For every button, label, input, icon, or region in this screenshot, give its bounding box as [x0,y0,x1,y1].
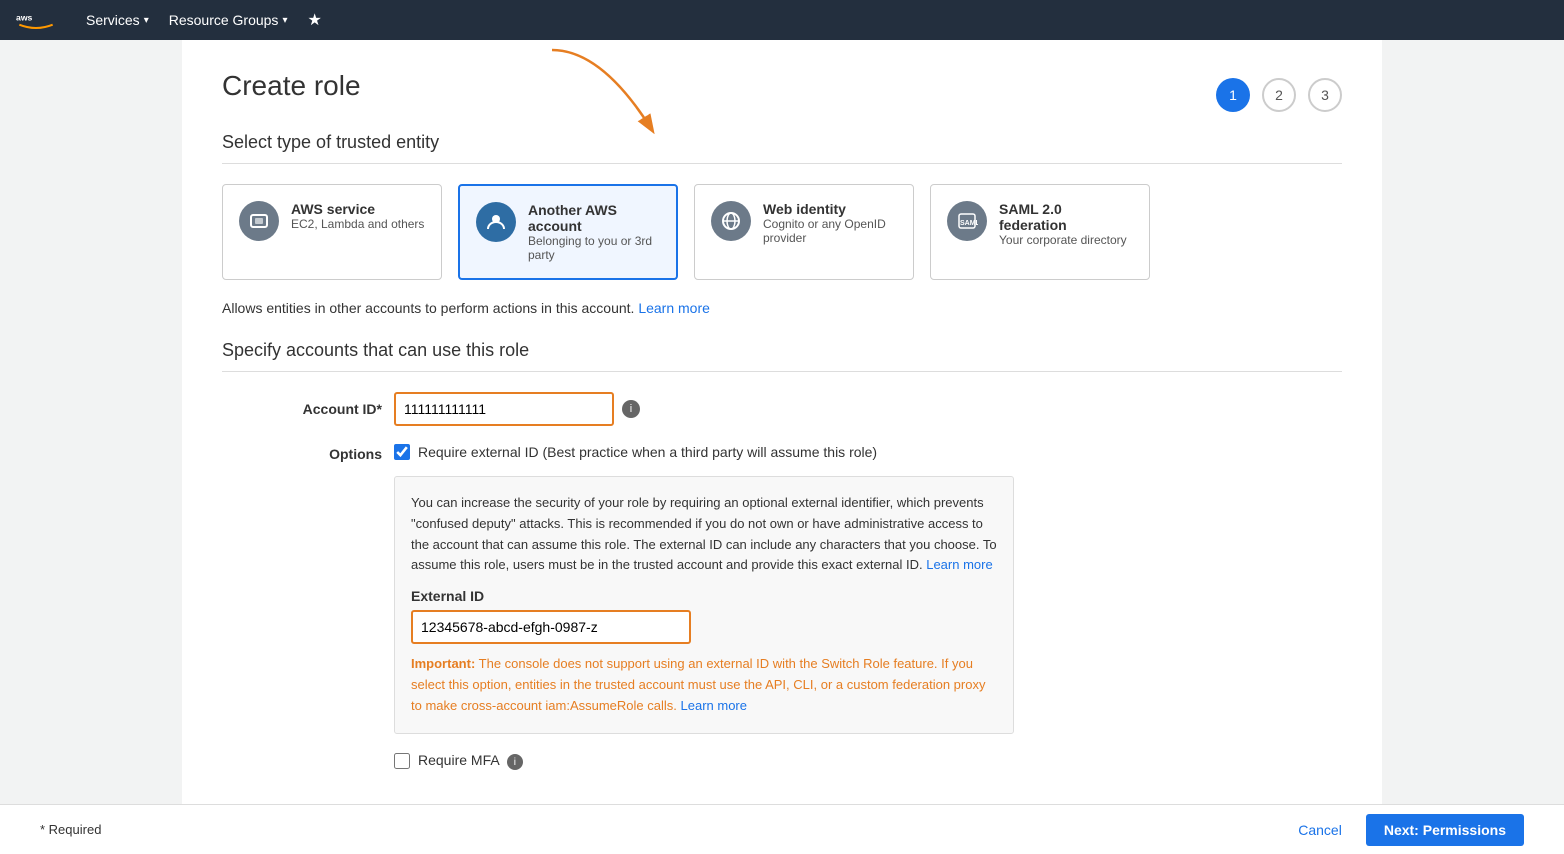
saml-icon: SAML [947,201,987,241]
resource-groups-label: Resource Groups [169,12,279,28]
web-identity-icon [711,201,751,241]
accounts-section-title: Specify accounts that can use this role [222,340,1342,372]
services-chevron-icon: ▾ [144,15,149,26]
require-mfa-row: Require MFA i [394,752,1342,771]
web-identity-title: Web identity [763,201,897,217]
main-content: Create role 1 2 3 Select type of trusted… [182,40,1382,850]
external-id-label: External ID [411,588,997,604]
aws-logo[interactable]: aws [16,6,56,34]
external-id-info-box: You can increase the security of your ro… [394,476,1014,734]
account-id-input-wrapper: i [394,392,640,426]
aws-service-title: AWS service [291,201,424,217]
next-permissions-button[interactable]: Next: Permissions [1366,814,1524,846]
saml-title: SAML 2.0 federation [999,201,1133,233]
page-header: Create role 1 2 3 [222,70,1342,112]
options-row: Options Require external ID (Best practi… [222,444,1342,734]
footer: * Required Cancel Next: Permissions [0,804,1564,854]
learn-more-1-link[interactable]: Learn more [638,300,710,316]
account-id-label: Account ID* [222,401,382,417]
warning-text: Important: The console does not support … [411,654,997,716]
saml-sub: Your corporate directory [999,233,1133,247]
cancel-button[interactable]: Cancel [1286,816,1354,844]
another-account-text: Another AWS account Belonging to you or … [528,202,660,262]
svg-text:SAML: SAML [960,220,978,227]
account-id-row: Account ID* i [222,392,1342,426]
learn-more-2-link[interactable]: Learn more [926,557,992,572]
step-2[interactable]: 2 [1262,78,1296,112]
step-1[interactable]: 1 [1216,78,1250,112]
require-mfa-label[interactable]: Require MFA i [418,752,523,771]
options-content: Require external ID (Best practice when … [394,444,1014,734]
require-mfa-checkbox[interactable] [394,753,410,769]
card-another-aws-account[interactable]: Another AWS account Belonging to you or … [458,184,678,280]
favorites-icon[interactable]: ★ [307,10,321,30]
another-account-sub: Belonging to you or 3rd party [528,234,660,262]
external-id-input[interactable] [411,610,691,644]
resource-groups-chevron-icon: ▾ [282,15,287,26]
require-external-id-checkbox[interactable] [394,444,410,460]
page-title: Create role [222,70,361,102]
web-identity-text: Web identity Cognito or any OpenID provi… [763,201,897,245]
card-web-identity[interactable]: Web identity Cognito or any OpenID provi… [694,184,914,280]
svg-text:aws: aws [16,13,33,23]
require-external-id-row: Require external ID (Best practice when … [394,444,1014,460]
account-id-info-icon[interactable]: i [622,400,640,418]
trusted-entity-title: Select type of trusted entity [222,132,1342,164]
learn-more-3-link[interactable]: Learn more [681,698,747,713]
services-menu[interactable]: Services ▾ [86,12,149,28]
steps-indicator: 1 2 3 [1216,78,1342,112]
aws-service-sub: EC2, Lambda and others [291,217,424,231]
step-3[interactable]: 3 [1308,78,1342,112]
card-aws-service[interactable]: AWS service EC2, Lambda and others [222,184,442,280]
entity-cards: AWS service EC2, Lambda and others Anoth… [222,184,1342,280]
external-id-section: External ID [411,588,997,644]
footer-required-text: * Required [40,822,101,837]
info-box-text: You can increase the security of your ro… [411,493,997,576]
mfa-info-icon[interactable]: i [507,754,523,770]
aws-service-text: AWS service EC2, Lambda and others [291,201,424,231]
aws-service-icon [239,201,279,241]
description-text: Allows entities in other accounts to per… [222,300,1342,316]
navbar: aws Services ▾ Resource Groups ▾ ★ [0,0,1564,40]
require-external-id-label[interactable]: Require external ID (Best practice when … [418,444,877,460]
options-label: Options [222,444,382,462]
web-identity-sub: Cognito or any OpenID provider [763,217,897,245]
another-account-title: Another AWS account [528,202,660,234]
card-saml[interactable]: SAML SAML 2.0 federation Your corporate … [930,184,1150,280]
another-account-icon [476,202,516,242]
saml-text: SAML 2.0 federation Your corporate direc… [999,201,1133,247]
account-id-input[interactable] [394,392,614,426]
footer-actions: Cancel Next: Permissions [1286,814,1524,846]
services-label: Services [86,12,140,28]
resource-groups-menu[interactable]: Resource Groups ▾ [169,12,288,28]
